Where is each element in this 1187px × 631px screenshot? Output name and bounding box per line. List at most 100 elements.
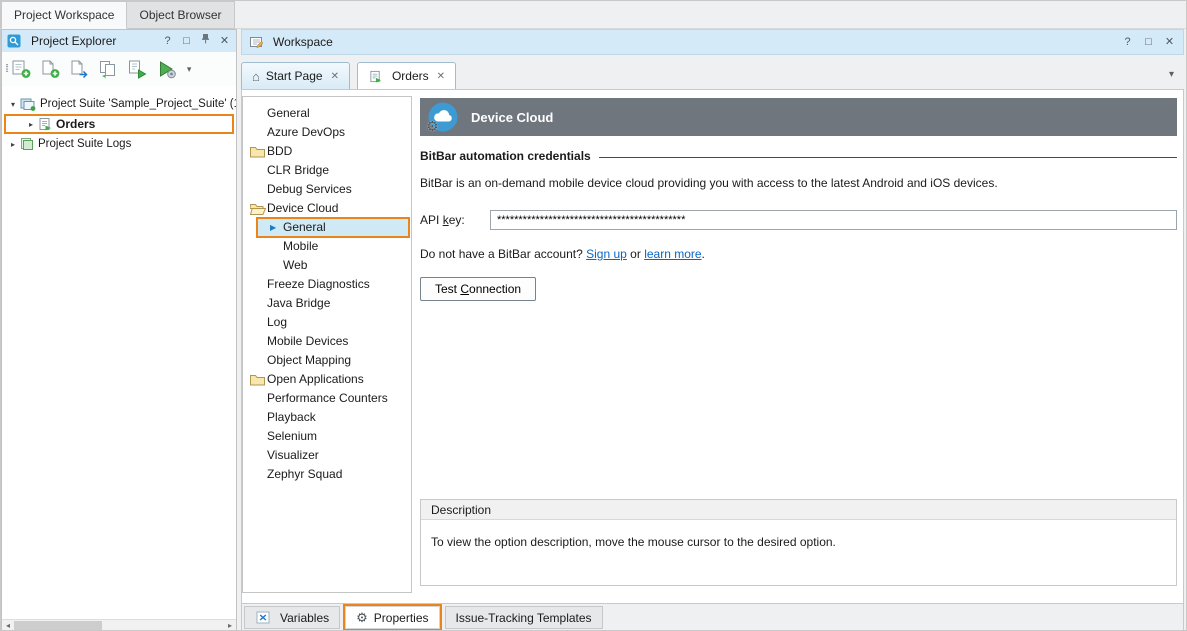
description-box: Description To view the option descripti… <box>420 499 1177 586</box>
add-existing-item-icon[interactable] <box>67 57 91 81</box>
project-explorer-header: Project Explorer ? □ ✕ <box>2 30 236 52</box>
test-connection-button[interactable]: Test Connection <box>420 277 536 301</box>
add-new-project-suite-icon[interactable] <box>9 57 33 81</box>
tab-project-workspace[interactable]: Project Workspace <box>1 1 127 29</box>
banner-title: Device Cloud <box>471 110 553 125</box>
options-item-label: Device Cloud <box>267 199 338 218</box>
close-panel-icon[interactable]: ✕ <box>1162 34 1177 50</box>
tab-properties[interactable]: ⚙ Properties <box>345 606 439 629</box>
options-item-label: Mobile <box>283 237 318 256</box>
horizontal-scrollbar[interactable]: ◂ ▸ <box>2 619 236 631</box>
workspace-header: Workspace ? □ ✕ <box>241 29 1184 55</box>
scroll-left-icon[interactable]: ◂ <box>2 620 14 631</box>
close-tab-icon[interactable]: ✕ <box>331 71 339 82</box>
options-item-log[interactable]: Log <box>243 313 411 332</box>
float-window-icon[interactable]: □ <box>179 33 194 49</box>
workspace-title: Workspace <box>273 35 1114 49</box>
tab-object-browser[interactable]: Object Browser <box>127 1 234 29</box>
run-project-icon[interactable] <box>154 57 178 81</box>
options-item-performance-counters[interactable]: Performance Counters <box>243 389 411 408</box>
options-item-label: Java Bridge <box>267 294 330 313</box>
options-item-selenium[interactable]: Selenium <box>243 427 411 446</box>
options-item-device-cloud[interactable]: Device Cloud <box>243 199 411 218</box>
options-item-general[interactable]: General <box>243 104 411 123</box>
doc-tab-label: Start Page <box>266 69 323 83</box>
options-item-web[interactable]: Web <box>243 256 411 275</box>
options-item-label: Freeze Diagnostics <box>267 275 370 294</box>
project-explorer-toolbar: ⁞⁞ ▾ <box>2 52 236 86</box>
doc-tab-start-page[interactable]: ⌂ Start Page ✕ <box>241 62 350 89</box>
options-item-label: General <box>267 104 310 123</box>
options-item-label: BDD <box>267 142 292 161</box>
scroll-right-icon[interactable]: ▸ <box>224 620 236 631</box>
orders-doc-icon <box>369 70 382 83</box>
account-line: Do not have a BitBar account? Sign up or… <box>420 247 1177 261</box>
folder-open-icon <box>250 203 266 215</box>
api-key-input[interactable] <box>490 210 1177 230</box>
options-item-object-mapping[interactable]: Object Mapping <box>243 351 411 370</box>
bottom-tabbar: Variables ⚙ Properties Issue-Tracking Te… <box>241 604 1184 631</box>
options-item-debug-services[interactable]: Debug Services <box>243 180 411 199</box>
tab-list-dropdown-icon[interactable]: ▾ <box>1169 69 1174 80</box>
options-item-label: Playback <box>267 408 316 427</box>
description-box-text: To view the option description, move the… <box>421 520 1176 564</box>
chevron-collapsed-icon[interactable]: ▸ <box>7 140 19 149</box>
options-item-label: Visualizer <box>267 446 319 465</box>
help-icon[interactable]: ? <box>160 33 175 49</box>
options-list: GeneralAzure DevOpsBDDCLR BridgeDebug Se… <box>242 96 412 593</box>
description-box-title: Description <box>421 500 1176 520</box>
learn-more-link[interactable]: learn more <box>644 247 701 261</box>
options-item-label: Open Applications <box>267 370 364 389</box>
tree-item-orders[interactable]: ▸ Orders <box>2 114 236 134</box>
doc-tab-orders[interactable]: Orders ✕ <box>357 62 456 89</box>
options-item-open-applications[interactable]: Open Applications <box>243 370 411 389</box>
app-window: Project Workspace Object Browser Project… <box>0 0 1187 631</box>
doc-tab-label: Orders <box>392 69 429 83</box>
object-spy-icon[interactable] <box>96 57 120 81</box>
help-icon[interactable]: ? <box>1120 34 1135 50</box>
tree-item-project-suite[interactable]: ▾ Project Suite 'Sample_Project_Suite' (… <box>2 94 236 114</box>
toolbar-dropdown-icon[interactable]: ▾ <box>183 64 195 75</box>
project-explorer-icon <box>7 34 21 48</box>
options-item-bdd[interactable]: BDD <box>243 142 411 161</box>
run-test-icon[interactable] <box>125 57 149 81</box>
options-item-clr-bridge[interactable]: CLR Bridge <box>243 161 411 180</box>
folder-icon <box>250 374 265 386</box>
options-item-freeze-diagnostics[interactable]: Freeze Diagnostics <box>243 275 411 294</box>
options-item-java-bridge[interactable]: Java Bridge <box>243 294 411 313</box>
options-item-zephyr-squad[interactable]: Zephyr Squad <box>243 465 411 484</box>
sign-up-link[interactable]: Sign up <box>586 247 627 261</box>
toolbar-grip[interactable]: ⁞⁞ <box>5 63 7 75</box>
tab-label: Issue-Tracking Templates <box>456 611 592 625</box>
options-item-label: Zephyr Squad <box>267 465 342 484</box>
project-tree: ▾ Project Suite 'Sample_Project_Suite' (… <box>2 86 236 619</box>
options-item-label: CLR Bridge <box>267 161 329 180</box>
options-item-mobile-devices[interactable]: Mobile Devices <box>243 332 411 351</box>
add-new-item-icon[interactable] <box>38 57 62 81</box>
options-item-general[interactable]: ▶ General <box>243 218 411 237</box>
options-item-label: Debug Services <box>267 180 352 199</box>
section-header: BitBar automation credentials <box>420 149 1177 163</box>
tab-variables[interactable]: Variables <box>244 606 340 629</box>
tab-label: Variables <box>280 611 329 625</box>
tab-issue-tracking-templates[interactable]: Issue-Tracking Templates <box>445 606 603 629</box>
tree-item-project-suite-logs[interactable]: ▸ Project Suite Logs <box>2 134 236 154</box>
options-item-azure-devops[interactable]: Azure DevOps <box>243 123 411 142</box>
close-tab-icon[interactable]: ✕ <box>437 71 445 82</box>
tree-item-label: Project Suite Logs <box>38 138 131 150</box>
gear-icon: ⚙ <box>426 118 439 135</box>
pin-icon[interactable] <box>198 33 213 49</box>
options-item-label: Web <box>283 256 307 275</box>
options-item-mobile[interactable]: Mobile <box>243 237 411 256</box>
options-item-visualizer[interactable]: Visualizer <box>243 446 411 465</box>
float-window-icon[interactable]: □ <box>1141 34 1156 50</box>
project-explorer-panel: Project Explorer ? □ ✕ ⁞⁞ <box>1 29 237 631</box>
section-divider <box>599 157 1177 158</box>
chevron-expanded-icon[interactable]: ▾ <box>7 100 19 109</box>
close-panel-icon[interactable]: ✕ <box>217 33 232 49</box>
options-item-playback[interactable]: Playback <box>243 408 411 427</box>
scrollbar-thumb[interactable] <box>14 621 102 631</box>
tab-label: Properties <box>374 611 429 625</box>
options-item-label: General <box>283 218 326 237</box>
selected-item-arrow-icon: ▶ <box>270 218 276 237</box>
